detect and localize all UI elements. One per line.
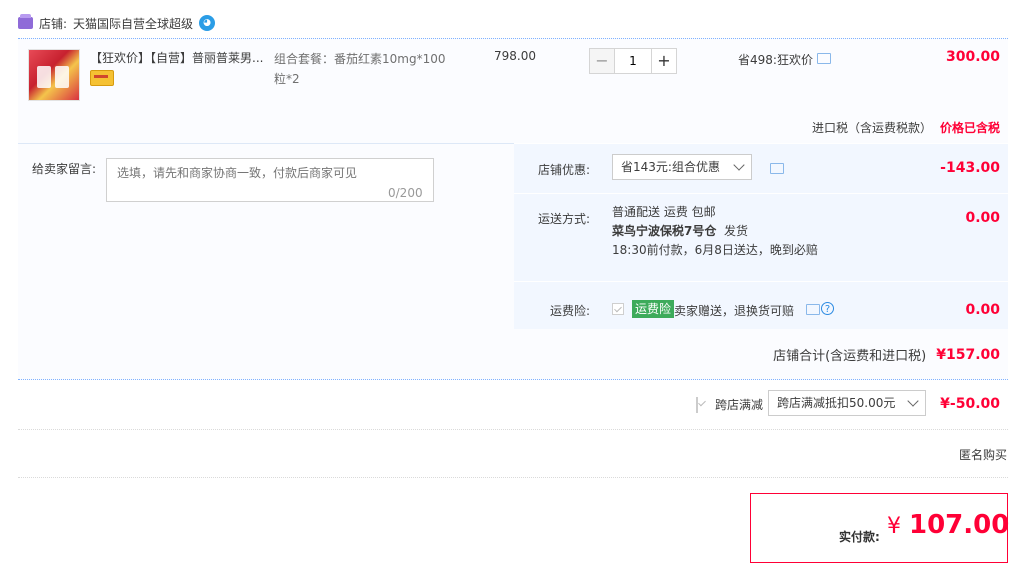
order-options-panel: 店铺优惠: 省143元:组合优惠 -143.00 运送方式: 普通配送 运费 包… <box>514 143 1008 329</box>
sku-line-1: 组合套餐：番茄红素10mg*100 <box>274 52 446 66</box>
shipping-details: 普通配送 运费 包邮 菜鸟宁波保税7号仓 发货 18:30前付款，6月8日送达，… <box>612 203 818 260</box>
help-icon[interactable]: ? <box>821 302 834 315</box>
warehouse-name: 菜鸟宁波保税7号仓 <box>612 224 717 238</box>
memo-label: 给卖家留言: <box>32 162 97 176</box>
product-title[interactable]: 【狂欢价】【自营】普丽普莱男... <box>90 49 268 67</box>
cross-store-label: 跨店满减 <box>715 398 764 412</box>
item-row: 【狂欢价】【自营】普丽普莱男... 组合套餐：番茄红素10mg*100 粒*2 … <box>18 39 1008 143</box>
anonymous-label: 匿名购买 <box>959 448 1008 462</box>
currency-symbol: ¥ <box>887 514 901 539</box>
store-icon <box>18 14 33 29</box>
shipping-row: 运送方式: 普通配送 运费 包邮 菜鸟宁波保税7号仓 发货 18:30前付款，6… <box>514 193 1008 281</box>
memo-counter: 0/200 <box>388 186 423 200</box>
chat-icon[interactable]: ◕ <box>199 15 216 31</box>
insurance-label: 运费险: <box>550 304 591 318</box>
payment-summary: 实付款: ¥ 107.00 <box>750 493 1010 563</box>
order-box: 【狂欢价】【自营】普丽普莱男... 组合套餐：番茄红素10mg*100 粒*2 … <box>18 38 1008 380</box>
promo-info: 省498:狂欢价 <box>738 51 831 68</box>
cross-store-select[interactable]: 跨店满减抵扣50.00元 <box>768 390 926 416</box>
unit-price: 798.00 <box>494 49 536 63</box>
shop-total: 店铺合计(含运费和进口税) ¥157.00 <box>773 345 1000 365</box>
shop-total-amount: ¥157.00 <box>936 346 1000 363</box>
anonymous-row: 匿名购买 <box>18 430 1008 478</box>
card-icon <box>90 70 114 86</box>
shipping-method: 普通配送 运费 包邮 <box>612 205 716 219</box>
promo-label: 省498:狂欢价 <box>738 53 813 67</box>
shipping-label: 运送方式: <box>538 212 591 226</box>
message-icon[interactable] <box>806 304 820 315</box>
ship-word: 发货 <box>724 224 749 238</box>
shop-name[interactable]: 天猫国际自营全球超级 <box>73 15 193 32</box>
shop-total-label: 店铺合计(含运费和进口税) <box>773 349 927 364</box>
sku-info: 组合套餐：番茄红素10mg*100 粒*2 <box>274 49 460 89</box>
delivery-estimate: 18:30前付款，6月8日送达，晚到必赔 <box>612 243 818 257</box>
tax-status: 价格已含税 <box>939 121 1000 135</box>
shop-header: 店铺: 天猫国际自营全球超级 ◕ <box>18 14 216 32</box>
payment-label: 实付款: <box>839 530 880 544</box>
message-icon[interactable] <box>770 163 784 174</box>
shop-discount-label: 店铺优惠: <box>538 163 591 177</box>
insurance-badge: 运费险 <box>632 300 675 318</box>
quantity-input[interactable] <box>615 48 651 74</box>
shop-discount-row: 店铺优惠: 省143元:组合优惠 -143.00 <box>514 143 1008 193</box>
cross-store-amount: ¥-50.00 <box>940 396 1000 412</box>
insurance-amount: 0.00 <box>965 302 1000 318</box>
shop-discount-amount: -143.00 <box>940 160 1000 176</box>
memo-input[interactable] <box>106 158 434 202</box>
insurance-desc: 卖家赠送，退换货可赔 <box>674 304 795 318</box>
cross-store-row: 跨店满减 跨店满减抵扣50.00元 ¥-50.00 <box>18 380 1008 430</box>
insurance-checkbox[interactable] <box>612 303 624 315</box>
tax-label: 进口税（含运费税款） <box>811 121 932 135</box>
product-thumbnail[interactable] <box>28 49 80 101</box>
tax-line: 进口税（含运费税款） 价格已含税 <box>812 119 1000 136</box>
decrease-button[interactable]: − <box>589 48 615 74</box>
chevron-down-icon <box>907 395 919 407</box>
quantity-stepper: − + <box>589 48 683 74</box>
cross-store-value: 跨店满减抵扣50.00元 <box>777 396 896 410</box>
shop-discount-value: 省143元:组合优惠 <box>621 160 720 174</box>
sku-line-2: 粒*2 <box>274 72 300 86</box>
shop-discount-select[interactable]: 省143元:组合优惠 <box>612 154 752 180</box>
increase-button[interactable]: + <box>651 48 677 74</box>
item-total: 300.00 <box>945 49 1000 65</box>
shipping-amount: 0.00 <box>965 210 1000 226</box>
message-icon[interactable] <box>816 53 831 64</box>
memo-area: 给卖家留言: 0/200 <box>18 143 514 329</box>
chevron-down-icon <box>733 159 745 171</box>
insurance-row: 运费险: 运费险 卖家赠送，退换货可赔 ? 0.00 <box>514 281 1008 329</box>
shop-label: 店铺: <box>39 16 68 31</box>
cross-store-checkbox[interactable] <box>696 397 698 413</box>
payment-amount: 107.00 <box>909 510 1010 540</box>
